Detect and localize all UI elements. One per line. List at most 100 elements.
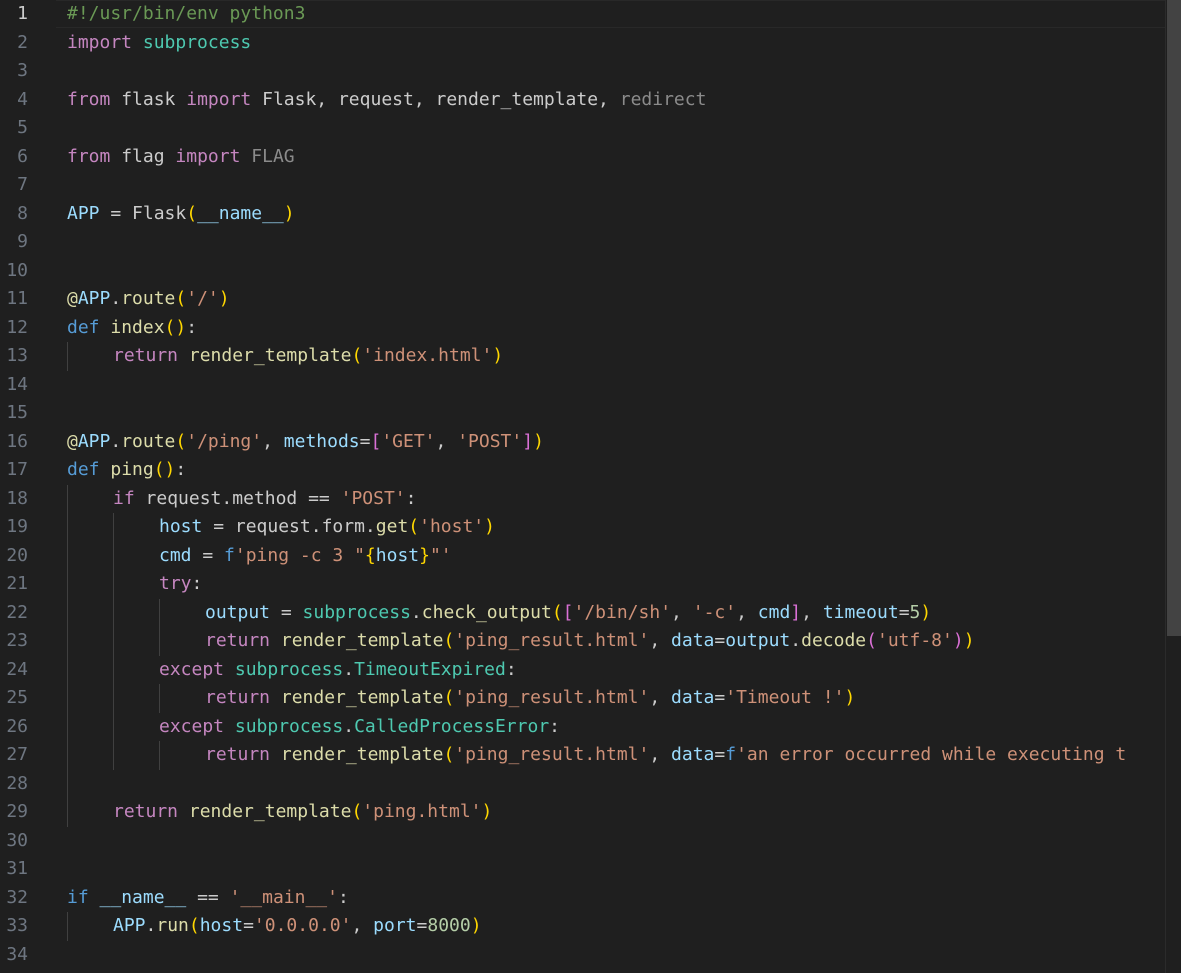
class-name: CalledProcessError <box>354 715 550 737</box>
scrollbar-thumb[interactable] <box>1167 0 1181 636</box>
variable: APP <box>113 915 146 936</box>
line-number: 29 <box>6 801 28 822</box>
code-line[interactable]: host = request.form.get('host') <box>159 513 495 542</box>
line-number: 8 <box>17 202 28 224</box>
function-name: index <box>110 316 165 338</box>
string: '__main__' <box>229 886 338 908</box>
string: 'ping_result.html' <box>454 687 650 708</box>
bracket: () <box>153 459 176 480</box>
operator: = <box>191 544 225 566</box>
bracket: ) <box>952 630 964 651</box>
bracket: } <box>419 544 430 566</box>
code-line[interactable]: return render_template('index.html') <box>113 342 503 371</box>
string: 'Timeout !' <box>725 687 845 708</box>
line-number: 27 <box>6 744 28 765</box>
line-number: 13 <box>6 345 28 366</box>
line-number: 25 <box>6 687 28 708</box>
punctuation: : <box>505 658 517 680</box>
expression: .method == <box>221 487 341 509</box>
code-line[interactable]: APP = Flask(__name__) <box>67 200 295 229</box>
code-line[interactable]: @APP.route('/') <box>67 285 230 314</box>
bracket: ( <box>351 801 363 822</box>
bracket: ) <box>283 202 295 224</box>
code-line[interactable]: try: <box>159 570 202 599</box>
code-editor[interactable]: 1 2 3 4 5 6 7 8 9 10 11 12 13 14 15 16 1… <box>0 0 1181 973</box>
punctuation: , <box>736 601 758 623</box>
line-number: 33 <box>6 915 28 936</box>
unused-import: redirect <box>619 88 707 110</box>
code-line[interactable]: return render_template('ping_result.html… <box>205 627 975 656</box>
bracket: ) <box>533 430 544 452</box>
function-name: render_template <box>188 801 352 822</box>
code-line[interactable]: from flag import FLAG <box>67 143 295 172</box>
bracket: () <box>164 316 187 338</box>
code-line[interactable]: if __name__ == '__main__': <box>67 884 349 913</box>
code-line[interactable]: @APP.route('/ping', methods=['GET', 'POS… <box>67 428 544 457</box>
code-line[interactable]: return render_template('ping_result.html… <box>205 684 855 713</box>
code-line[interactable]: except subprocess.CalledProcessError: <box>159 713 560 742</box>
keyword: from <box>67 88 111 110</box>
keyword: import <box>175 145 241 167</box>
operator: = <box>202 516 235 537</box>
variable: cmd <box>757 601 791 623</box>
fstring-prefix: f <box>224 544 235 566</box>
string: 'ping_result.html' <box>454 744 650 765</box>
code-line[interactable]: return render_template('ping_result.html… <box>205 741 1126 770</box>
bracket: ( <box>551 601 563 623</box>
line-number: 2 <box>17 31 28 53</box>
line-number: 3 <box>17 60 28 81</box>
bracket: ) <box>920 601 932 623</box>
bracket: ) <box>844 687 856 708</box>
operator: . <box>410 601 422 623</box>
string: '/' <box>186 288 219 309</box>
keyword: if <box>67 886 89 908</box>
line-number: 26 <box>6 715 28 737</box>
punctuation: : <box>175 459 187 480</box>
bracket: ] <box>522 430 534 452</box>
number: 8000 <box>427 915 471 936</box>
operator: = <box>243 915 254 936</box>
line-number: 7 <box>17 174 28 195</box>
keyword: except <box>159 658 225 680</box>
line-number: 32 <box>6 886 28 908</box>
code-line[interactable]: output = subprocess.check_output(['/bin/… <box>205 599 931 628</box>
line-number: 6 <box>17 145 28 167</box>
line-number: 16 <box>6 430 28 452</box>
string: "' <box>429 544 452 566</box>
line-number: 19 <box>6 516 28 537</box>
string: 'POST' <box>340 487 406 509</box>
keyword-argument: data <box>671 687 715 708</box>
code-line[interactable]: cmd = f'ping -c 3 "{host}"' <box>159 542 452 571</box>
code-line[interactable]: except subprocess.TimeoutExpired: <box>159 656 517 685</box>
line-number: 22 <box>6 601 28 623</box>
line-number: 15 <box>6 402 28 423</box>
punctuation: , <box>435 430 458 452</box>
operator: . <box>343 715 355 737</box>
number: 5 <box>909 601 921 623</box>
punctuation: , <box>649 630 672 651</box>
code-line[interactable]: #!/usr/bin/env python3 <box>67 0 305 29</box>
line-number: 1 <box>17 3 28 24</box>
vertical-scrollbar[interactable] <box>1165 0 1181 973</box>
module-name: subprocess <box>302 601 411 623</box>
code-line[interactable]: if request.method == 'POST': <box>113 485 416 514</box>
bracket: ) <box>481 801 493 822</box>
code-line[interactable]: return render_template('ping.html') <box>113 798 492 827</box>
code-line[interactable]: from flask import Flask, request, render… <box>67 86 706 115</box>
keyword: return <box>205 687 271 708</box>
line-number: 5 <box>17 117 28 138</box>
code-line[interactable]: import subprocess <box>67 29 251 58</box>
variable: request <box>145 487 222 509</box>
punctuation: : <box>186 316 198 338</box>
string: 'index.html' <box>362 345 493 366</box>
code-line[interactable]: APP.run(host='0.0.0.0', port=8000) <box>113 912 482 941</box>
variable: host <box>375 544 420 566</box>
code-line[interactable]: def index(): <box>67 314 197 343</box>
module-name: flask <box>121 88 176 110</box>
code-area[interactable]: #!/usr/bin/env python3 import subprocess… <box>67 0 1165 973</box>
argument: __name__ <box>197 202 284 224</box>
line-number: 20 <box>6 544 28 566</box>
line-number: 24 <box>6 658 28 680</box>
code-line[interactable]: def ping(): <box>67 456 186 485</box>
string: 'POST' <box>457 430 523 452</box>
